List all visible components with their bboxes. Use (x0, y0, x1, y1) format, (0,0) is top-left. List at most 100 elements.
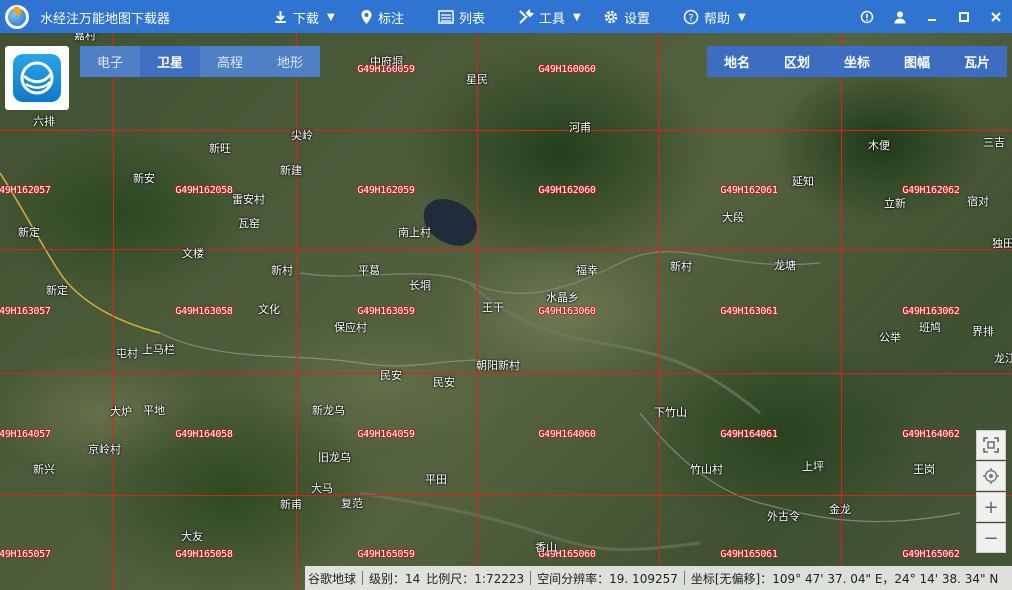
tile-code-label: G49H162061 (720, 185, 778, 196)
download-menu[interactable]: 下载 ▼ (273, 7, 335, 27)
place-name: 屯村 (116, 347, 138, 360)
place-name: 下竹山 (654, 406, 687, 419)
tile-code-label: G49H163061 (720, 306, 778, 317)
list-label: 列表 (459, 11, 486, 27)
svg-text:?: ? (688, 13, 693, 24)
tile-code-label: G49H163057 (0, 306, 51, 317)
map-type-switcher: 电子 卫星 高程 地形 (80, 46, 320, 77)
layer-toolbar: 地名 区划 坐标 图幅 瓦片 (707, 46, 1007, 77)
place-name: 福幸 (576, 264, 598, 277)
download-label: 下载 (293, 11, 320, 27)
tile-code-label: G49H165058 (175, 549, 233, 560)
place-name: 新定 (18, 226, 40, 239)
gear-icon (604, 10, 618, 24)
place-name: 平田 (425, 473, 447, 486)
tools-menu[interactable]: 工具 ▼ (518, 7, 581, 27)
tools-label: 工具 (539, 11, 566, 27)
chevron-down-icon: ▼ (327, 11, 335, 23)
place-name: 六排 (33, 115, 55, 128)
tile-code-label: G49H164058 (175, 429, 233, 440)
map-source: 谷歌地球 (308, 571, 357, 586)
zoom-out-button[interactable]: − (976, 523, 1006, 553)
place-name: 大段 (722, 211, 744, 224)
title-bar: 水经注万能地图下载器 下载 ▼ 标注 列表 工具 ▼ 设置 ? 帮助 ▼ (0, 0, 1012, 33)
place-name: 京岭村 (88, 443, 121, 456)
place-name: 界排 (972, 325, 994, 338)
chevron-down-icon: ▼ (738, 11, 746, 23)
help-menu[interactable]: ? 帮助 ▼ (683, 7, 746, 27)
place-name: 金龙 (829, 503, 851, 516)
toggle-coordinates[interactable]: 坐标 (827, 46, 887, 77)
place-name: 水晶乡 (546, 291, 579, 304)
help-label: 帮助 (704, 11, 731, 27)
grid-line-vertical (659, 33, 660, 590)
locate-button[interactable] (976, 461, 1006, 491)
place-name: 尖岭 (291, 129, 313, 142)
tab-electronic[interactable]: 电子 (80, 46, 140, 77)
maximize-icon (959, 12, 969, 22)
toggle-map-sheets[interactable]: 图幅 (887, 46, 947, 77)
place-name: 三吉 (983, 136, 1005, 149)
place-name: 上坪 (802, 460, 824, 473)
tile-code-label: G49H163058 (175, 306, 233, 317)
status-divider (683, 571, 685, 585)
minimize-icon (928, 19, 936, 21)
place-name: 新安 (133, 172, 155, 185)
map-scale: 比例尺：1:72223 (426, 571, 525, 586)
status-divider (362, 571, 364, 585)
fullscreen-icon (983, 437, 999, 453)
place-name: 旧龙乌 (318, 451, 351, 464)
tile-code-label: G49H160060 (538, 64, 596, 75)
download-icon (275, 10, 286, 23)
grid-line-vertical (477, 33, 478, 590)
annotate-button[interactable]: 标注 (360, 7, 404, 27)
spatial-resolution: 空间分辨率：19. 109257 (537, 571, 678, 586)
wrench-icon (519, 9, 534, 24)
settings-button[interactable]: 设置 (603, 7, 650, 27)
zoom-in-button[interactable]: + (976, 492, 1006, 522)
maximize-button[interactable] (954, 7, 974, 27)
user-button[interactable] (890, 7, 910, 27)
tile-code-label: G49H164060 (538, 429, 596, 440)
cursor-coordinates: 坐标[无偏移]：109° 47' 37. 04" E，24° 14' 38. 3… (690, 571, 999, 586)
tile-code-label: G49H164059 (357, 429, 415, 440)
toggle-tiles[interactable]: 瓦片 (947, 46, 1007, 77)
place-name: 中府垌 (370, 55, 403, 68)
tile-code-label: G49H162057 (0, 185, 51, 196)
status-divider (530, 571, 532, 585)
place-name: 雷安村 (232, 193, 265, 206)
grid-line-horizontal (0, 249, 1012, 250)
locate-icon (983, 468, 999, 484)
tab-elevation[interactable]: 高程 (200, 46, 260, 77)
place-name: 龙塘 (774, 259, 796, 272)
fullscreen-button[interactable] (976, 430, 1006, 460)
info-button[interactable] (857, 7, 877, 27)
place-name: 上马栏 (142, 343, 175, 356)
app-logo-icon (5, 5, 29, 29)
place-name: 平葛 (358, 264, 380, 277)
tab-satellite[interactable]: 卫星 (140, 46, 200, 77)
place-name: 新定 (46, 284, 68, 297)
chevron-down-icon: ▼ (573, 11, 581, 23)
toggle-place-names[interactable]: 地名 (707, 46, 767, 77)
place-name: 木便 (868, 139, 890, 152)
tile-code-label: G49H165059 (357, 549, 415, 560)
place-name: 班鸠 (919, 321, 941, 334)
minimize-button[interactable] (922, 7, 942, 27)
tab-terrain[interactable]: 地形 (260, 46, 320, 77)
close-icon (991, 12, 1001, 22)
app-badge[interactable] (5, 46, 69, 110)
map-pin-icon (361, 10, 372, 24)
place-name: 新甫 (280, 498, 302, 511)
close-button[interactable] (986, 7, 1006, 27)
satellite-map[interactable]: G49H160059G49H160060G49H162057G49H162058… (0, 33, 1012, 590)
list-button[interactable]: 列表 (438, 7, 485, 27)
toggle-divisions[interactable]: 区划 (767, 46, 827, 77)
place-name: 文楼 (182, 247, 204, 260)
place-name: 龙江 (994, 352, 1012, 365)
zoom-level: 级别：14 (369, 571, 421, 586)
grid-line-horizontal (0, 130, 1012, 131)
place-name: 竹山村 (690, 463, 723, 476)
tile-code-label: G49H165061 (720, 549, 778, 560)
place-name: 长垌 (409, 279, 431, 292)
